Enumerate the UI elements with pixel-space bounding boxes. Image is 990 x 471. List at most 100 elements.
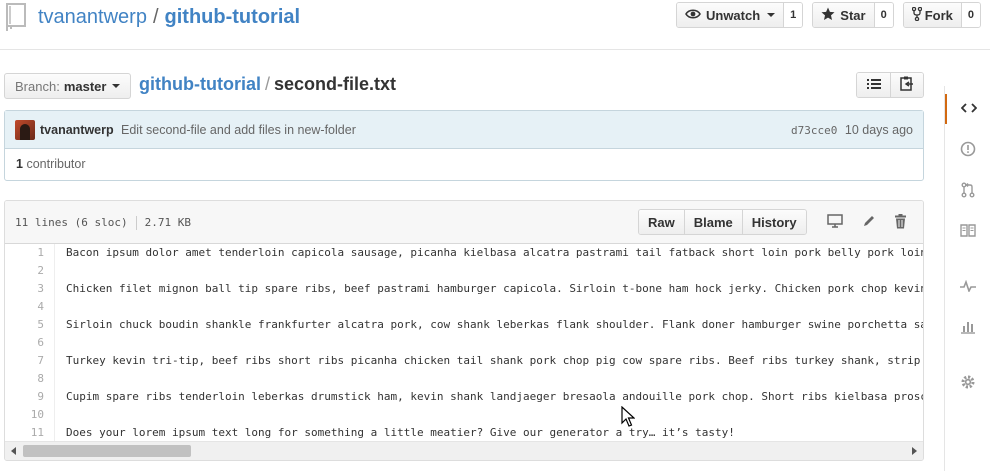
line-number[interactable]: 1 — [5, 244, 55, 262]
commit-message-link[interactable]: Edit second-file and add files in new-fo… — [121, 123, 356, 137]
line-number[interactable]: 9 — [5, 388, 55, 406]
sidebar-item-code[interactable] — [945, 94, 990, 124]
history-button[interactable]: History — [741, 210, 806, 234]
line-number[interactable]: 11 — [5, 424, 55, 441]
line-number[interactable]: 10 — [5, 406, 55, 424]
repo-owner-link[interactable]: tvanantwerp — [38, 6, 147, 28]
copy-path-button[interactable] — [890, 73, 923, 97]
unwatch-label: Unwatch — [705, 7, 761, 23]
commit-age: 10 days ago — [844, 123, 913, 137]
branch-select-button[interactable]: Branch: master — [4, 73, 132, 99]
line-number[interactable]: 2 — [5, 262, 55, 280]
sidebar-item-settings[interactable] — [945, 368, 990, 398]
commit-box: tvanantwerp Edit second-file and add fil… — [4, 110, 924, 181]
pull-requests-icon — [961, 182, 975, 201]
code-line: 7 Turkey kevin tri-tip, beef ribs short r… — [5, 352, 923, 370]
star-button[interactable]: Star — [813, 3, 875, 27]
file-list-button[interactable] — [857, 73, 890, 97]
sidebar-item-pull-requests[interactable] — [945, 176, 990, 206]
line-content — [55, 334, 66, 352]
star-count[interactable]: 0 — [874, 3, 893, 27]
horizontal-scrollbar[interactable] — [5, 441, 923, 460]
code-view: 1 Bacon ipsum dolor amet tenderloin capic… — [5, 244, 923, 441]
code-line: 5 Sirloin chuck boudin shankle frankfurte… — [5, 316, 923, 334]
sidebar-item-wiki[interactable] — [945, 217, 990, 247]
contributors-label: contributor — [26, 157, 86, 171]
scroll-right-icon[interactable] — [912, 447, 917, 455]
file-header: 11 lines (6 sloc) 2.71 KB Raw Blame Histo… — [5, 201, 923, 244]
trash-icon[interactable] — [894, 214, 907, 232]
commit-author-link[interactable]: tvanantwerp — [40, 123, 114, 137]
file-box: 11 lines (6 sloc) 2.71 KB Raw Blame Histo… — [4, 200, 924, 461]
scrollbar-thumb[interactable] — [23, 445, 191, 457]
star-icon — [821, 7, 835, 24]
breadcrumb-separator: / — [264, 74, 270, 94]
breadcrumb-file-name: second-file.txt — [273, 74, 397, 94]
line-content: Cupim spare ribs tenderloin leberkas dru… — [66, 390, 923, 403]
line-number[interactable]: 5 — [5, 316, 55, 334]
settings-icon — [960, 374, 976, 393]
file-size: 2.71 KB — [144, 216, 191, 229]
repo-title: tvanantwerp / github-tutorial — [38, 5, 300, 29]
fork-button[interactable]: Fork — [903, 3, 962, 27]
line-number[interactable]: 7 — [5, 352, 55, 370]
unwatch-button[interactable]: Unwatch — [676, 3, 785, 27]
graphs-icon — [960, 320, 976, 337]
code-line: 2 — [5, 262, 923, 280]
watch-count[interactable]: 1 — [784, 3, 803, 27]
line-content: Sirloin chuck boudin shankle frankfurter… — [66, 318, 923, 331]
raw-button[interactable]: Raw — [639, 210, 684, 234]
pagehead-actions: Unwatch 1 Star 0 Fork 0 — [675, 2, 981, 28]
repo-header: tvanantwerp / github-tutorial Unwatch 1 St… — [0, 0, 990, 50]
blame-button[interactable]: Blame — [683, 210, 742, 234]
sidebar-item-issues[interactable] — [945, 135, 990, 165]
commit-sha-link[interactable]: d73cce0 — [791, 124, 837, 137]
file-actions: Raw Blame History — [638, 209, 807, 235]
sidebar-item-pulse[interactable] — [945, 272, 990, 302]
sidebar-item-graphs[interactable] — [945, 313, 990, 343]
line-number[interactable]: 8 — [5, 370, 55, 388]
mouse-cursor-icon — [621, 405, 636, 431]
file-info: 11 lines (6 sloc) 2.71 KB — [15, 216, 191, 230]
view-toggle — [856, 72, 924, 98]
code-line: 11 Does your lorem ipsum text long for so… — [5, 424, 923, 441]
repo-name-link[interactable]: github-tutorial — [165, 6, 301, 28]
breadcrumb-root-link[interactable]: github-tutorial — [139, 74, 261, 94]
avatar[interactable] — [15, 120, 35, 140]
fork-button-group: Fork 0 — [902, 2, 981, 28]
breadcrumb: github-tutorial / second-file.txt — [139, 71, 396, 97]
fork-count[interactable]: 0 — [961, 3, 980, 27]
line-content: Bacon ipsum dolor amet tenderloin capico… — [66, 246, 923, 259]
commit-tease: tvanantwerp Edit second-file and add fil… — [5, 111, 923, 149]
code-line: 8 — [5, 370, 923, 388]
fork-icon — [911, 6, 922, 24]
line-content — [55, 262, 66, 280]
scroll-left-icon[interactable] — [11, 447, 16, 455]
line-number[interactable]: 4 — [5, 298, 55, 316]
repo-icon — [4, 2, 30, 35]
pencil-icon[interactable] — [862, 214, 876, 231]
branch-value: master — [63, 78, 107, 94]
watch-button-group: Unwatch 1 — [675, 2, 804, 28]
contributors-summary[interactable]: 1 contributor — [5, 149, 923, 179]
commit-meta: d73cce0 10 days ago — [791, 123, 913, 137]
star-label: Star — [840, 7, 866, 23]
line-content — [55, 370, 66, 388]
file-lines-info: 11 lines (6 sloc) — [15, 216, 128, 229]
eye-icon — [685, 8, 701, 23]
code-line: 6 — [5, 334, 923, 352]
line-number[interactable]: 3 — [5, 280, 55, 298]
line-content — [55, 406, 66, 424]
code-line: 1 Bacon ipsum dolor amet tenderloin capic… — [5, 244, 923, 262]
issues-icon — [960, 141, 976, 160]
desktop-icon[interactable] — [827, 214, 843, 231]
chevron-down-icon — [767, 13, 776, 17]
line-content — [55, 298, 66, 316]
repo-sidebar — [944, 86, 990, 471]
code-line: 4 — [5, 298, 923, 316]
code-line: 10 — [5, 406, 923, 424]
pulse-icon — [960, 279, 976, 295]
code-icon — [960, 102, 978, 117]
line-number[interactable]: 6 — [5, 334, 55, 352]
wiki-icon — [960, 224, 976, 240]
